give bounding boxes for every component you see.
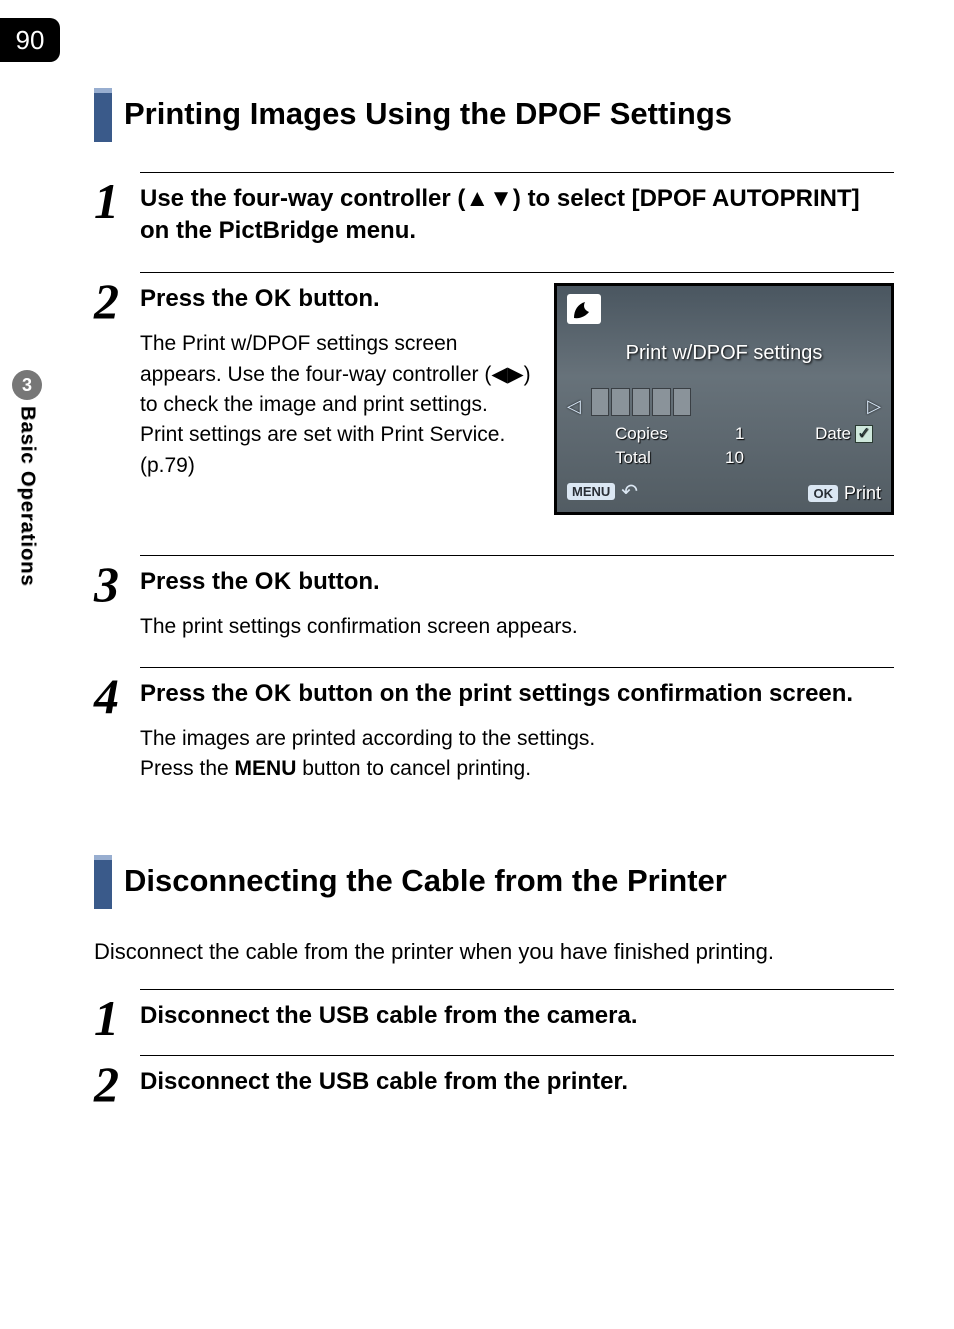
- text: Press the: [140, 285, 255, 312]
- chapter-number: 3: [22, 375, 32, 396]
- ok-action-text: Print: [844, 483, 881, 504]
- chapter-number-badge: 3: [12, 370, 42, 400]
- ok-glyph: OK: [255, 680, 292, 707]
- up-down-glyph: ▲▼: [465, 185, 513, 212]
- lcd-date-label: Date: [815, 424, 873, 444]
- step: 1 Use the four-way controller (▲▼) to se…: [94, 172, 894, 248]
- lcd-left-arrow-icon: ◁: [567, 396, 581, 417]
- step-description: The images are printed according to the …: [140, 724, 894, 785]
- step-description: The Print w/DPOF settings screen appears…: [140, 329, 536, 481]
- text: Use the four-way controller (: [140, 185, 465, 212]
- lcd-ok-indicator: OK Print: [808, 483, 881, 504]
- return-icon: ↶: [621, 479, 638, 504]
- lcd-title: Print w/DPOF settings: [557, 342, 891, 365]
- step-number: 2: [94, 1055, 140, 1109]
- step-description: The print settings confirmation screen a…: [140, 612, 894, 642]
- ok-tag: OK: [808, 485, 838, 502]
- left-right-glyph: ◀▶: [491, 363, 523, 386]
- step-title: Use the four-way controller (▲▼) to sele…: [140, 183, 894, 248]
- text: The images are printed according to the …: [140, 724, 894, 754]
- step-number: 1: [94, 172, 140, 248]
- menu-tag: MENU: [567, 483, 615, 500]
- text: button.: [292, 285, 380, 312]
- text: button.: [292, 568, 380, 595]
- step-number: 1: [94, 989, 140, 1043]
- pictbridge-icon: [567, 294, 601, 324]
- section-heading-1: Printing Images Using the DPOF Settings: [94, 88, 894, 142]
- text: The Print w/DPOF settings screen appears…: [140, 332, 491, 385]
- step: 1 Disconnect the USB cable from the came…: [94, 989, 894, 1043]
- step: 2 Disconnect the USB cable from the prin…: [94, 1055, 894, 1109]
- text: button to cancel printing.: [296, 757, 531, 780]
- step: 3 Press the OK button. The print setting…: [94, 555, 894, 643]
- text-line: Press the MENU button to cancel printing…: [140, 754, 894, 784]
- menu-label: MENU: [235, 757, 297, 780]
- ok-glyph: OK: [255, 568, 292, 595]
- lcd-right-arrow-icon: ▷: [867, 396, 881, 417]
- step-title: Disconnect the USB cable from the printe…: [140, 1066, 894, 1098]
- step: 4 Press the OK button on the print setti…: [94, 667, 894, 785]
- lcd-total-label: Total: [615, 448, 651, 468]
- step-number: 4: [94, 667, 140, 785]
- ok-glyph: OK: [255, 285, 292, 312]
- lcd-copies-label: Copies: [615, 424, 668, 444]
- section-title-2: Disconnecting the Cable from the Printer: [124, 855, 894, 909]
- step-number: 2: [94, 272, 140, 515]
- lcd-copies-value: 1: [735, 424, 744, 444]
- lcd-thumbnails: [591, 388, 691, 416]
- step-number: 3: [94, 555, 140, 643]
- lcd-screenshot: Print w/DPOF settings ◁ ▷ Copies 1 Date …: [554, 283, 894, 515]
- checkbox-checked-icon: [855, 425, 873, 443]
- page-number-tab: 90: [0, 18, 60, 62]
- chapter-title: Basic Operations: [16, 406, 39, 587]
- text: Press the: [140, 757, 235, 780]
- lcd-menu-indicator: MENU ↶: [567, 479, 638, 504]
- lcd-total-value: 10: [725, 448, 744, 468]
- section-heading-2: Disconnecting the Cable from the Printer: [94, 855, 894, 909]
- text: Date: [815, 424, 851, 443]
- page-number: 90: [16, 25, 45, 56]
- heading-accent-bar: [94, 855, 112, 909]
- step-title: Press the OK button on the print setting…: [140, 678, 894, 710]
- section-title-1: Printing Images Using the DPOF Settings: [124, 88, 894, 142]
- text: Press the: [140, 680, 255, 707]
- heading-accent-bar: [94, 88, 112, 142]
- step-title: Press the OK button.: [140, 283, 536, 315]
- side-chapter-label: 3 Basic Operations: [12, 370, 42, 587]
- text: button on the print settings confirmatio…: [292, 680, 853, 707]
- text: Press the: [140, 568, 255, 595]
- step-title: Disconnect the USB cable from the camera…: [140, 1000, 894, 1032]
- step-title: Press the OK button.: [140, 566, 894, 598]
- step: 2 Press the OK button. The Print w/DPOF …: [94, 272, 894, 515]
- section-intro: Disconnect the cable from the printer wh…: [94, 939, 894, 965]
